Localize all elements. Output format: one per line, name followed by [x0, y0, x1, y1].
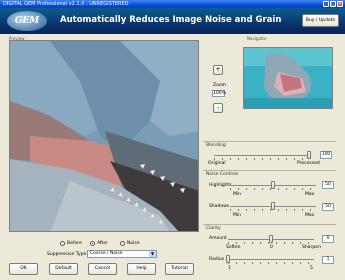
blending-slider[interactable] [307, 151, 311, 159]
buy-update-button[interactable]: Buy / Update [302, 14, 339, 27]
amount-max-label: Sharpen [302, 245, 321, 250]
noise-separator [203, 170, 336, 171]
radius-max-label: 5 [310, 266, 313, 271]
blending-max-label: Processed [297, 161, 320, 166]
navigator-image [244, 48, 332, 108]
highlights-value[interactable]: 50 [322, 181, 334, 189]
preview-image[interactable] [9, 40, 199, 232]
radius-slider[interactable] [226, 255, 230, 263]
window-controls: _ □ × [323, 1, 343, 7]
blending-track [214, 155, 309, 156]
shadows-label: Shadows [209, 204, 230, 209]
blending-min-label: Original [208, 161, 226, 166]
amount-min-label: Soften [226, 245, 241, 250]
help-button[interactable]: Help [127, 263, 156, 275]
shadows-min-label: Min [233, 213, 241, 218]
clarity-group-label: Clarity [206, 226, 221, 231]
navigator-label: Navigator [247, 36, 267, 41]
minimize-icon[interactable]: _ [323, 1, 329, 7]
tutorial-button[interactable]: Tutorial [165, 263, 194, 275]
navigator-thumbnail[interactable] [243, 47, 333, 109]
close-icon[interactable]: × [337, 1, 343, 7]
header-banner: GEM Automatically Reduces Image Noise an… [0, 8, 345, 34]
highlights-label: Highlights [209, 183, 232, 188]
dolphin-mouth-image [10, 41, 198, 231]
title-bar: DIGITAL GEM Professional v2.1.0 : UNREGI… [0, 0, 345, 8]
noise-controls-group-label: Noise Controls [206, 172, 239, 177]
highlights-slider[interactable] [271, 181, 275, 189]
maximize-icon[interactable]: □ [330, 1, 336, 7]
blending-value[interactable]: 100 [320, 151, 332, 159]
header-slogan: Automatically Reduces Image Noise and Gr… [60, 15, 282, 25]
highlights-max-label: Max [305, 192, 315, 197]
noise-radio[interactable] [120, 241, 125, 246]
zoom-out-button[interactable]: - [213, 103, 223, 113]
suppression-type-value: Coarse / Noise [90, 251, 123, 256]
view-noise-option[interactable]: Noise [120, 241, 139, 246]
radius-value[interactable]: 1 [322, 256, 334, 264]
blending-ticks [214, 158, 309, 160]
cancel-button[interactable]: Cancel [88, 263, 117, 275]
amount-value[interactable]: 0 [322, 235, 334, 243]
ok-button[interactable]: OK [9, 263, 38, 275]
clarity-separator [203, 224, 336, 225]
highlights-min-label: Min [233, 192, 241, 197]
shadows-slider[interactable] [271, 202, 275, 210]
amount-slider[interactable] [269, 235, 273, 243]
shadows-value[interactable]: 50 [322, 203, 334, 211]
suppression-type-select[interactable]: Coarse / Noise ▼ [87, 250, 157, 258]
amount-mid-label: 0 [270, 245, 273, 250]
blending-group-label: Blending [206, 143, 226, 148]
after-label: After [97, 241, 108, 246]
gem-logo: GEM [7, 11, 47, 31]
shadows-max-label: Max [305, 213, 315, 218]
radius-min-label: 1 [228, 266, 231, 271]
before-radio[interactable] [60, 241, 65, 246]
blending-separator [203, 141, 336, 142]
suppression-type-label: Suppression Type [47, 252, 87, 257]
after-radio[interactable] [90, 241, 95, 246]
view-after-option[interactable]: After [90, 241, 108, 246]
radius-track [228, 259, 314, 260]
window-title: DIGITAL GEM Professional v2.1.0 : UNREGI… [3, 1, 129, 7]
amount-label: Amount [209, 236, 227, 241]
dropdown-arrow-icon[interactable]: ▼ [149, 251, 156, 257]
radius-ticks [228, 262, 314, 264]
view-before-option[interactable]: Before [60, 241, 82, 246]
radius-label: Radius [209, 257, 225, 262]
zoom-label: Zoom [213, 83, 226, 88]
default-button[interactable]: Default [49, 263, 78, 275]
zoom-in-button[interactable]: + [213, 65, 223, 75]
before-label: Before [67, 241, 82, 246]
zoom-value: 100% [212, 90, 226, 97]
noise-label: Noise [127, 241, 140, 246]
